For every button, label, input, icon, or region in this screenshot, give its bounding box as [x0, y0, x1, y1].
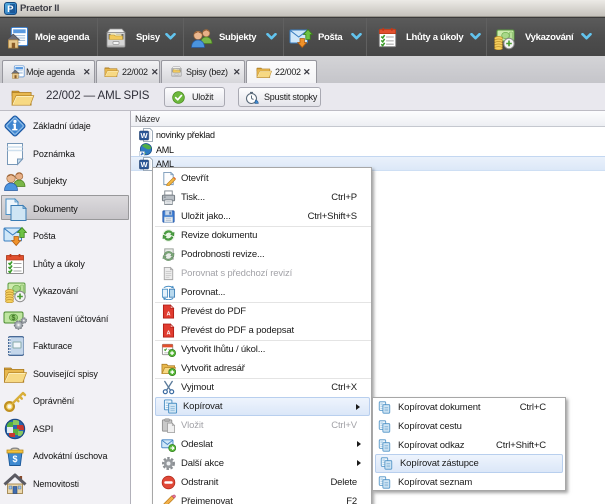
svg-text:P: P — [7, 4, 14, 15]
